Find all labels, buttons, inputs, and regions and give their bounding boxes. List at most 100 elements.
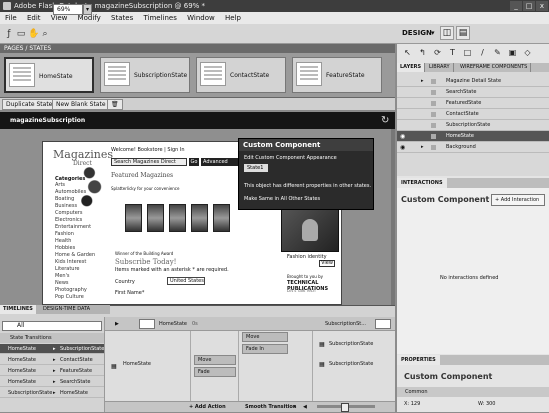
welcome-links[interactable]: Welcome! Bookstore | Sign In bbox=[111, 147, 185, 153]
video-thumbnail[interactable] bbox=[281, 208, 339, 252]
hand-tool-icon[interactable]: ✋ bbox=[28, 29, 39, 39]
workspace-switcher[interactable]: DESIGN bbox=[402, 29, 432, 37]
transition-row[interactable]: HomeState ▸ SearchState bbox=[0, 377, 104, 387]
code-view-icon[interactable]: ▭ bbox=[16, 29, 26, 39]
effect-fade-in[interactable]: Fade In bbox=[242, 344, 288, 354]
transform-tool-icon[interactable]: ⟳ bbox=[432, 47, 443, 58]
w-value[interactable]: 300 bbox=[486, 401, 496, 407]
zoom-input[interactable]: 69% bbox=[53, 4, 83, 15]
make-same-link[interactable]: Make Same in All Other States bbox=[244, 196, 320, 202]
layer-row[interactable]: SubscriptionState bbox=[397, 120, 549, 131]
layer-row-selected[interactable]: ◉ HomeState bbox=[397, 131, 549, 142]
add-action-button[interactable]: + Add Action bbox=[189, 402, 226, 413]
layer-row[interactable]: ◉ ▸ Background bbox=[397, 142, 549, 153]
rectangle-tool-icon[interactable]: □ bbox=[462, 47, 473, 58]
new-blank-state-button[interactable]: New Blank State bbox=[52, 99, 110, 110]
state-dropdown[interactable]: State1 bbox=[244, 164, 268, 172]
minimize-button[interactable]: _ bbox=[510, 1, 522, 11]
category-item[interactable]: News bbox=[55, 280, 69, 286]
heads-up-display-icon[interactable]: ◫ bbox=[440, 26, 454, 40]
smooth-dropdown-icon[interactable]: ▾ bbox=[293, 402, 296, 413]
transition-row[interactable]: HomeState ▸ SubscriptionState bbox=[0, 344, 104, 354]
eye-icon[interactable]: ◉ bbox=[400, 131, 405, 142]
add-interaction-button[interactable]: + Add Interaction bbox=[491, 194, 545, 206]
select-tool-icon[interactable]: ↖ bbox=[402, 47, 413, 58]
delete-state-icon[interactable]: 🗑 bbox=[107, 99, 123, 110]
magazine-cover[interactable] bbox=[169, 204, 186, 232]
state-card-subscription[interactable]: SubscriptionState bbox=[100, 57, 190, 93]
advanced-search-button[interactable]: Advanced Search bbox=[201, 158, 241, 173]
tab-interactions[interactable]: INTERACTIONS bbox=[397, 178, 447, 188]
state-card-home[interactable]: HomeState bbox=[4, 57, 94, 93]
zoom-dropdown-arrow[interactable]: ▾ bbox=[83, 4, 92, 15]
layer-row[interactable]: ContactState bbox=[397, 109, 549, 120]
magazine-cover[interactable] bbox=[213, 204, 230, 232]
effect-move[interactable]: Move bbox=[194, 355, 236, 365]
timeline-track-area[interactable]: HomeState ▦ SubscriptionState Subscripti… bbox=[105, 331, 395, 401]
menu-view[interactable]: View bbox=[51, 14, 68, 22]
expand-icon[interactable]: ▸ bbox=[421, 142, 424, 153]
flash-export-icon[interactable]: ƒ bbox=[4, 29, 14, 39]
category-item[interactable]: Arts bbox=[55, 182, 65, 188]
tab-layers[interactable]: LAYERS bbox=[397, 63, 426, 72]
category-item[interactable]: Home & Garden bbox=[55, 252, 95, 258]
effect-move[interactable]: Move bbox=[242, 332, 288, 342]
expand-icon[interactable]: ▸ bbox=[421, 76, 424, 87]
menu-help[interactable]: Help bbox=[225, 14, 241, 22]
canvas-scrollbar[interactable] bbox=[391, 129, 395, 305]
transition-row[interactable]: HomeState ▸ FeatureState bbox=[0, 366, 104, 376]
magazine-cover[interactable] bbox=[147, 204, 164, 232]
state-card-feature[interactable]: FeatureState bbox=[292, 57, 382, 93]
category-item[interactable]: Men's bbox=[55, 273, 70, 279]
menu-file[interactable]: File bbox=[5, 14, 17, 22]
category-item[interactable]: Pop Culture bbox=[55, 294, 84, 300]
x-value[interactable]: 129 bbox=[411, 401, 421, 407]
layer-row[interactable]: FeaturedState bbox=[397, 98, 549, 109]
text-tool-icon[interactable]: T bbox=[447, 47, 458, 58]
tab-design-time-data[interactable]: DESIGN-TIME DATA bbox=[40, 305, 93, 314]
tab-properties[interactable]: PROPERTIES bbox=[397, 355, 440, 365]
common-section-header[interactable]: Common bbox=[397, 387, 549, 397]
effect-fade[interactable]: Fade bbox=[194, 367, 236, 377]
menu-timelines[interactable]: Timelines bbox=[143, 14, 176, 22]
duplicate-state-button[interactable]: Duplicate State bbox=[2, 99, 57, 110]
layer-row[interactable]: ▸ Magazine Detail State bbox=[397, 76, 549, 87]
smooth-transition-button[interactable]: Smooth Transition bbox=[245, 402, 296, 413]
category-item[interactable]: Hobbies bbox=[55, 245, 75, 251]
magazine-cover[interactable] bbox=[191, 204, 208, 232]
maximize-button[interactable]: □ bbox=[523, 1, 535, 11]
direct-select-tool-icon[interactable]: ↰ bbox=[417, 47, 428, 58]
document-icon[interactable]: ▤ bbox=[456, 26, 470, 40]
category-item[interactable]: Automobiles bbox=[55, 189, 86, 195]
image-tool-icon[interactable]: ▣ bbox=[507, 47, 518, 58]
refresh-icon[interactable]: ↻ bbox=[381, 115, 389, 126]
category-item[interactable]: Entertainment bbox=[55, 224, 91, 230]
close-button[interactable]: x bbox=[536, 1, 548, 11]
play-transition-icon[interactable]: ◀ bbox=[303, 402, 307, 413]
category-item[interactable]: Kids Interest bbox=[55, 259, 86, 265]
category-item[interactable]: Health bbox=[55, 238, 71, 244]
pen-tool-icon[interactable]: ✎ bbox=[492, 47, 503, 58]
menu-modify[interactable]: Modify bbox=[78, 14, 101, 22]
site-search-input[interactable]: Search Magazines Direct bbox=[111, 158, 187, 166]
category-item[interactable]: Boating bbox=[55, 196, 74, 202]
site-go-button[interactable]: Go bbox=[189, 158, 199, 166]
edit-appearance-link[interactable]: Edit Custom Component Appearance bbox=[244, 155, 337, 161]
country-select[interactable]: United States bbox=[167, 277, 205, 285]
timeline-filter-select[interactable]: All bbox=[2, 321, 102, 331]
x-field[interactable]: X: 129 bbox=[404, 401, 420, 407]
category-item[interactable]: Fashion bbox=[55, 231, 74, 237]
category-item[interactable]: Photography bbox=[55, 287, 87, 293]
menu-states[interactable]: States bbox=[111, 14, 133, 22]
category-item[interactable]: Business bbox=[55, 203, 77, 209]
timeline-zoom-slider[interactable] bbox=[317, 403, 375, 412]
transition-row[interactable]: HomeState ▸ ContactState bbox=[0, 355, 104, 365]
menu-window[interactable]: Window bbox=[187, 14, 215, 22]
category-item[interactable]: Electronics bbox=[55, 217, 82, 223]
magazine-cover[interactable] bbox=[125, 204, 142, 232]
workspace-dropdown-icon[interactable]: ▾ bbox=[431, 29, 435, 37]
play-icon[interactable]: ▶ bbox=[115, 319, 119, 329]
tab-timelines[interactable]: TIMELINES bbox=[0, 305, 36, 314]
tab-wireframe-components[interactable]: WIREFRAME COMPONENTS bbox=[457, 63, 532, 72]
eye-icon[interactable]: ◉ bbox=[400, 142, 405, 153]
